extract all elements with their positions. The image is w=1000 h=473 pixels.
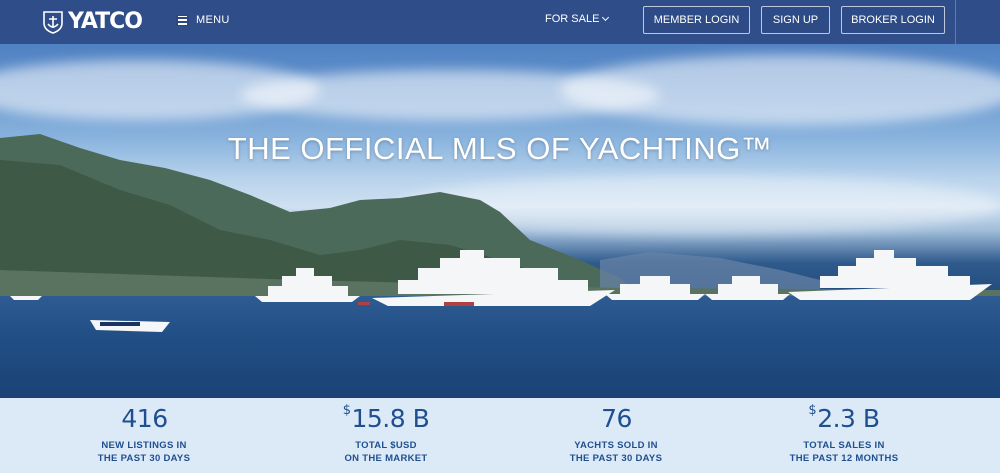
nav-divider [955,0,956,44]
for-sale-label: FOR SALE [545,13,600,25]
stat-total-usd: $ 15.8 B TOTAL $USD ON THE MARKET [266,398,506,465]
logo-text: YATCO [68,9,143,34]
member-login-button[interactable]: MEMBER LOGIN [643,6,750,34]
stat-number: 416 [121,404,168,433]
stat-label-line: ON THE MARKET [344,453,428,464]
stat-label: TOTAL SALES IN THE PAST 12 MONTHS [724,439,964,465]
menu-label: MENU [196,14,230,26]
stat-value: 416 [24,406,264,431]
stat-value: $ 15.8 B [266,403,506,433]
chevron-down-icon [602,13,610,22]
stat-label-line: THE PAST 30 DAYS [97,453,191,464]
yatco-logo[interactable]: YATCO [42,9,143,34]
stat-new-listings: 416 NEW LISTINGS IN THE PAST 30 DAYS [24,398,264,465]
stat-currency: $ [342,403,351,418]
top-navigation-bar: YATCO MENU FOR SALE MEMBER LOGIN SIGN UP… [0,0,1000,44]
stat-label: NEW LISTINGS IN THE PAST 30 DAYS [24,439,264,465]
yachts-illustration [10,250,992,332]
sign-up-button[interactable]: SIGN UP [761,6,830,34]
stat-value: 76 [496,406,736,431]
stat-value: $ 2.3 B [724,403,964,433]
stat-total-sales: $ 2.3 B TOTAL SALES IN THE PAST 12 MONTH… [724,398,964,465]
stat-number: 15.8 B [351,404,430,433]
shield-anchor-icon [43,10,63,34]
broker-login-button[interactable]: BROKER LOGIN [841,6,945,34]
menu-button[interactable]: MENU [176,10,230,30]
stats-bar: 416 NEW LISTINGS IN THE PAST 30 DAYS $ 1… [0,398,1000,473]
stat-label-line: NEW LISTINGS IN [101,440,187,451]
stat-label-line: TOTAL $USD [355,440,417,451]
hamburger-icon [176,14,189,26]
stat-yachts-sold: 76 YACHTS SOLD IN THE PAST 30 DAYS [496,398,736,465]
stat-number: 76 [601,404,632,433]
stat-label-line: THE PAST 30 DAYS [569,453,663,464]
stat-label-line: TOTAL SALES IN [803,440,885,451]
cloud [560,55,1000,125]
stat-label-line: YACHTS SOLD IN [574,440,658,451]
stat-label: TOTAL $USD ON THE MARKET [266,439,506,465]
stat-label-line: THE PAST 12 MONTHS [789,453,899,464]
stat-currency: $ [808,403,817,418]
for-sale-dropdown[interactable]: FOR SALE [545,13,610,25]
hero-banner: YATCO MENU FOR SALE MEMBER LOGIN SIGN UP… [0,0,1000,398]
stat-number: 2.3 B [817,404,880,433]
hero-title: THE OFFICIAL MLS OF YACHTING™ [227,131,773,166]
stat-label: YACHTS SOLD IN THE PAST 30 DAYS [496,439,736,465]
